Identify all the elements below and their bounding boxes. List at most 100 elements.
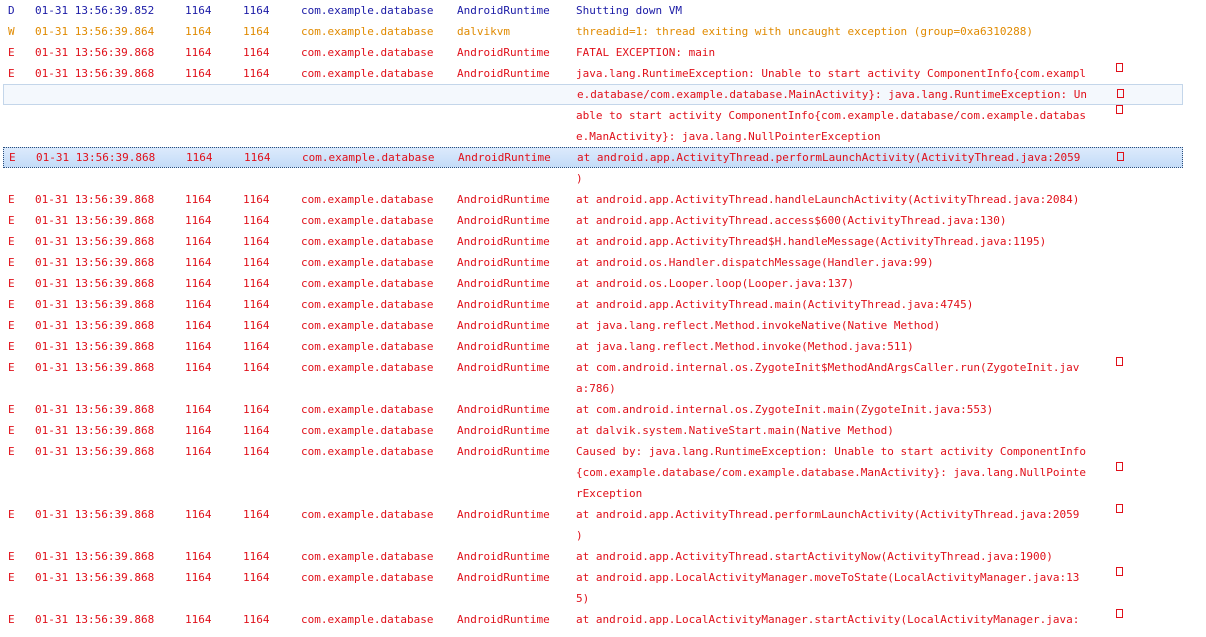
log-time: 01-31 13:56:39.868 bbox=[35, 571, 155, 584]
log-row[interactable]: E 01-31 13:56:39.868 1164 1164 com.examp… bbox=[0, 546, 1206, 567]
log-text: 5) bbox=[576, 592, 590, 605]
log-level: E bbox=[8, 235, 15, 248]
log-text: at android.app.ActivityThread$H.handleMe… bbox=[576, 235, 1047, 248]
log-row[interactable]: a:786) bbox=[0, 378, 1206, 399]
log-row[interactable]: E 01-31 13:56:39.868 1164 1164 com.examp… bbox=[0, 273, 1206, 294]
log-pid: 1164 bbox=[185, 4, 212, 17]
log-text: {com.example.database/com.example.databa… bbox=[576, 466, 1086, 479]
log-row[interactable]: e.ManActivity}: java.lang.NullPointerExc… bbox=[0, 126, 1206, 147]
line-wrap-icon bbox=[1116, 504, 1123, 513]
log-tid: 1164 bbox=[243, 340, 270, 353]
log-application: com.example.database bbox=[301, 319, 434, 332]
log-text: Shutting down VM bbox=[576, 4, 682, 17]
log-time: 01-31 13:56:39.868 bbox=[35, 193, 155, 206]
log-application: com.example.database bbox=[301, 46, 434, 59]
log-level: E bbox=[8, 298, 15, 311]
log-row[interactable]: E 01-31 13:56:39.868 1164 1164 com.examp… bbox=[0, 441, 1206, 462]
log-text: at android.app.ActivityThread.performLau… bbox=[576, 508, 1080, 521]
log-row[interactable]: E 01-31 13:56:39.868 1164 1164 com.examp… bbox=[0, 336, 1206, 357]
log-row[interactable]: E 01-31 13:56:39.868 1164 1164 com.examp… bbox=[0, 504, 1206, 525]
log-time: 01-31 13:56:39.868 bbox=[35, 46, 155, 59]
log-tag: AndroidRuntime bbox=[457, 256, 550, 269]
log-level: E bbox=[8, 67, 15, 80]
log-text: at android.app.LocalActivityManager.star… bbox=[576, 613, 1080, 626]
log-tag: AndroidRuntime bbox=[457, 193, 550, 206]
log-row[interactable]: E 01-31 13:56:39.868 1164 1164 com.examp… bbox=[0, 63, 1206, 84]
log-application: com.example.database bbox=[301, 193, 434, 206]
log-text: at com.android.internal.os.ZygoteInit$Me… bbox=[576, 361, 1080, 374]
log-pid: 1164 bbox=[186, 151, 213, 164]
log-tid: 1164 bbox=[243, 277, 270, 290]
log-row[interactable]: E 01-31 13:56:39.868 1164 1164 com.examp… bbox=[0, 357, 1206, 378]
log-text: at android.app.ActivityThread.main(Activ… bbox=[576, 298, 974, 311]
log-level: E bbox=[8, 508, 15, 521]
log-row[interactable]: E 01-31 13:56:39.868 1164 1164 com.examp… bbox=[0, 315, 1206, 336]
log-tag: AndroidRuntime bbox=[457, 361, 550, 374]
log-level: E bbox=[8, 319, 15, 332]
log-tid: 1164 bbox=[244, 151, 271, 164]
log-application: com.example.database bbox=[301, 571, 434, 584]
log-text: ) bbox=[576, 172, 583, 185]
log-pid: 1164 bbox=[185, 571, 212, 584]
log-row[interactable]: E 01-31 13:56:39.868 1164 1164 com.examp… bbox=[3, 147, 1183, 168]
log-row[interactable]: E 01-31 13:56:39.868 1164 1164 com.examp… bbox=[0, 567, 1206, 588]
log-level: E bbox=[8, 571, 15, 584]
log-time: 01-31 13:56:39.868 bbox=[35, 613, 155, 626]
log-row[interactable]: D 01-31 13:56:39.852 1164 1164 com.examp… bbox=[0, 0, 1206, 21]
log-tid: 1164 bbox=[243, 319, 270, 332]
log-tid: 1164 bbox=[243, 403, 270, 416]
log-row[interactable]: ) bbox=[0, 525, 1206, 546]
log-row[interactable]: E 01-31 13:56:39.868 1164 1164 com.examp… bbox=[0, 294, 1206, 315]
log-row[interactable]: E 01-31 13:56:39.868 1164 1164 com.examp… bbox=[0, 609, 1206, 630]
log-row[interactable]: 5) bbox=[0, 588, 1206, 609]
log-tid: 1164 bbox=[243, 424, 270, 437]
log-time: 01-31 13:56:39.868 bbox=[35, 340, 155, 353]
log-tag: AndroidRuntime bbox=[457, 4, 550, 17]
log-tid: 1164 bbox=[243, 4, 270, 17]
log-tid: 1164 bbox=[243, 25, 270, 38]
log-time: 01-31 13:56:39.868 bbox=[35, 550, 155, 563]
log-time: 01-31 13:56:39.868 bbox=[35, 319, 155, 332]
log-text: rException bbox=[576, 487, 643, 500]
log-row[interactable]: ) bbox=[0, 168, 1206, 189]
log-tag: AndroidRuntime bbox=[458, 151, 551, 164]
log-level: E bbox=[8, 277, 15, 290]
log-application: com.example.database bbox=[301, 67, 434, 80]
log-level: E bbox=[8, 340, 15, 353]
log-pid: 1164 bbox=[185, 403, 212, 416]
log-row[interactable]: e.database/com.example.database.MainActi… bbox=[3, 84, 1183, 105]
log-tid: 1164 bbox=[243, 235, 270, 248]
log-row[interactable]: E 01-31 13:56:39.868 1164 1164 com.examp… bbox=[0, 420, 1206, 441]
log-row[interactable]: W 01-31 13:56:39.864 1164 1164 com.examp… bbox=[0, 21, 1206, 42]
log-tag: AndroidRuntime bbox=[457, 340, 550, 353]
line-wrap-icon bbox=[1116, 63, 1123, 72]
log-row[interactable]: E 01-31 13:56:39.868 1164 1164 com.examp… bbox=[0, 252, 1206, 273]
log-text: at android.app.ActivityThread.handleLaun… bbox=[576, 193, 1080, 206]
line-wrap-icon bbox=[1116, 462, 1123, 471]
log-time: 01-31 13:56:39.868 bbox=[35, 235, 155, 248]
log-level: D bbox=[8, 4, 15, 17]
log-time: 01-31 13:56:39.868 bbox=[35, 361, 155, 374]
logcat-table: D 01-31 13:56:39.852 1164 1164 com.examp… bbox=[0, 0, 1206, 637]
log-tid: 1164 bbox=[243, 256, 270, 269]
log-row[interactable]: E 01-31 13:56:39.868 1164 1164 com.examp… bbox=[0, 231, 1206, 252]
log-time: 01-31 13:56:39.868 bbox=[35, 67, 155, 80]
log-row[interactable]: E 01-31 13:56:39.868 1164 1164 com.examp… bbox=[0, 189, 1206, 210]
log-row[interactable]: E 01-31 13:56:39.868 1164 1164 com.examp… bbox=[0, 399, 1206, 420]
log-text: threadid=1: thread exiting with uncaught… bbox=[576, 25, 1033, 38]
log-row[interactable]: {com.example.database/com.example.databa… bbox=[0, 462, 1206, 483]
log-application: com.example.database bbox=[301, 25, 434, 38]
log-tid: 1164 bbox=[243, 46, 270, 59]
log-level: E bbox=[9, 151, 16, 164]
log-text: at android.app.ActivityThread.performLau… bbox=[577, 151, 1081, 164]
log-pid: 1164 bbox=[185, 340, 212, 353]
log-text: at android.os.Looper.loop(Looper.java:13… bbox=[576, 277, 855, 290]
log-row[interactable]: E 01-31 13:56:39.868 1164 1164 com.examp… bbox=[0, 210, 1206, 231]
log-tag: dalvikvm bbox=[457, 25, 510, 38]
log-row[interactable]: E 01-31 13:56:39.868 1164 1164 com.examp… bbox=[0, 42, 1206, 63]
log-row[interactable]: rException bbox=[0, 483, 1206, 504]
log-row[interactable]: able to start activity ComponentInfo{com… bbox=[0, 105, 1206, 126]
log-application: com.example.database bbox=[301, 277, 434, 290]
log-tag: AndroidRuntime bbox=[457, 550, 550, 563]
line-wrap-icon bbox=[1116, 105, 1123, 114]
